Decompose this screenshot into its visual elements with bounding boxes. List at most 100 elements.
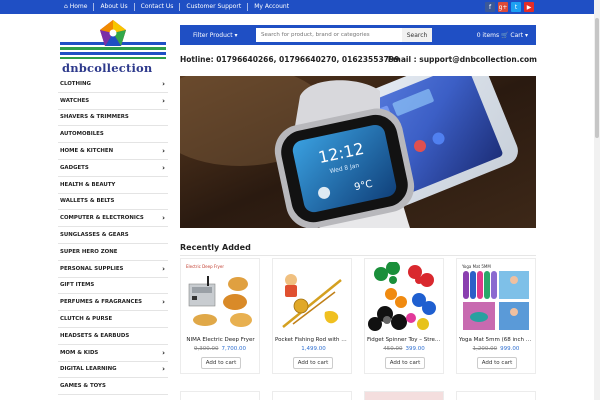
chevron-right-icon[interactable]: › [162, 147, 165, 155]
hero-banner[interactable]: 12:12 Wed 8 Jan 9°C [180, 76, 536, 228]
sidebar-category-item[interactable]: HOME & KITCHEN › [58, 143, 168, 160]
sidebar-category-item[interactable]: GADGETS › [58, 160, 168, 177]
google-plus-icon[interactable]: g+ [498, 2, 508, 12]
category-label: CLOTHING [60, 80, 91, 87]
chevron-right-icon[interactable]: › [162, 349, 165, 357]
category-label: SUPER HERO ZONE [60, 248, 118, 255]
chevron-right-icon[interactable]: › [162, 214, 165, 222]
category-label: HOME & KITCHEN [60, 148, 114, 155]
page-scrollbar[interactable] [594, 0, 600, 400]
chevron-right-icon[interactable]: › [162, 97, 165, 105]
category-label: AUTOMOBILES [60, 131, 104, 138]
sidebar-category-item[interactable]: HEADSETS & EARBUDS [58, 328, 168, 345]
search-button[interactable]: Search [402, 28, 432, 42]
category-label: DIGITAL LEARNING [60, 366, 117, 373]
yoga-mat-image-label: Yoga Mat 5MM [461, 264, 491, 269]
home-link[interactable]: ⌂ Home [58, 3, 93, 11]
email-text: Email : support@dnbcollection.com [387, 55, 537, 64]
sidebar-category-item[interactable]: WALLETS & BELTS [58, 194, 168, 211]
product-price: 450.00 399.00 [365, 346, 443, 352]
sidebar-category-item[interactable]: CLOTHING › [58, 76, 168, 93]
deep-fryer-image: Electric Deep Fryer [183, 262, 257, 332]
sidebar-category-item[interactable]: SHAVERS & TRIMMERS [58, 110, 168, 127]
home-link-label: Home [69, 3, 88, 10]
sidebar-category-item[interactable]: PERFUMES & FRAGRANCES › [58, 294, 168, 312]
chevron-right-icon[interactable]: › [162, 80, 165, 88]
category-label: HEALTH & BEAUTY [60, 181, 116, 188]
scrollbar-thumb[interactable] [595, 18, 599, 138]
chevron-right-icon[interactable]: › [162, 365, 165, 373]
cart-dropdown[interactable]: 0 items 🛒 Cart ▾ [477, 32, 536, 39]
category-label: SUNGLASSES & GEARS [60, 232, 129, 239]
sidebar-category-item[interactable]: GAMES & TOYS [58, 378, 168, 396]
sidebar-category-item[interactable]: HEALTH & BEAUTY [58, 177, 168, 194]
twitter-icon[interactable]: t [511, 2, 521, 12]
category-label: CLUTCH & PURSE [60, 316, 113, 323]
product-card-partial[interactable] [364, 391, 444, 400]
youtube-icon[interactable]: ▶ [524, 2, 534, 12]
sidebar-category-item[interactable]: WATCHES › [58, 93, 168, 110]
chevron-right-icon[interactable]: › [162, 298, 165, 306]
my-account-link[interactable]: My Account [247, 3, 295, 11]
logo-emblem-icon [60, 20, 166, 59]
product-card-partial[interactable] [180, 391, 260, 400]
sidebar-category-item[interactable]: SUNGLASSES & GEARS [58, 227, 168, 244]
sidebar-category-item[interactable]: CLUTCH & PURSE [58, 311, 168, 328]
category-label: SHAVERS & TRIMMERS [60, 114, 129, 121]
search-input[interactable] [256, 28, 402, 42]
category-label: PERFUMES & FRAGRANCES [60, 299, 143, 306]
current-price: 399.00 [405, 346, 425, 352]
category-label: WALLETS & BELTS [60, 198, 115, 205]
product-card[interactable]: Yoga Mat 5MM Yoga Mat 5mm (68 inch x 24 … [456, 258, 536, 374]
home-icon: ⌂ [64, 3, 68, 10]
product-card[interactable]: Fidget Spinner Toy – Stress Reducer 450.… [364, 258, 444, 374]
filter-product-dropdown[interactable]: Filter Product ▾ [180, 32, 256, 39]
old-price: 1,200.00 [472, 346, 498, 352]
sidebar-category-item[interactable]: GIFT ITEMS [58, 278, 168, 295]
fidget-spinner-image [367, 262, 441, 332]
logo-text: dnbcollection [62, 61, 153, 75]
contact-us-link[interactable]: Contact Us [133, 3, 180, 11]
top-navigation-bar: ⌂ Home About Us Contact Us Customer Supp… [0, 0, 600, 14]
fishing-rod-image [275, 262, 349, 332]
chevron-right-icon[interactable]: › [162, 164, 165, 172]
add-to-cart-button[interactable]: Add to cart [385, 357, 425, 369]
current-price: 999.00 [500, 346, 520, 352]
chevron-right-icon[interactable]: › [162, 265, 165, 273]
product-name[interactable]: Fidget Spinner Toy – Stress Reducer [367, 337, 442, 343]
category-label: GAMES & TOYS [60, 383, 106, 390]
add-to-cart-button[interactable]: Add to cart [477, 357, 517, 369]
current-price: 1,499.00 [301, 346, 326, 352]
add-to-cart-button[interactable]: Add to cart [201, 357, 241, 369]
facebook-icon[interactable]: f [485, 2, 495, 12]
product-name[interactable]: NIMA Electric Deep Fryer [183, 337, 258, 343]
product-card[interactable]: Electric Deep Fryer NIMA Electric Deep F… [180, 258, 260, 374]
search-bar: Filter Product ▾ Search 0 items 🛒 Cart ▾ [180, 25, 536, 45]
old-price: 450.00 [383, 346, 403, 352]
product-name[interactable]: Yoga Mat 5mm (68 inch x 24 inch) [459, 337, 534, 343]
sidebar-category-item[interactable]: DIGITAL LEARNING › [58, 362, 168, 379]
sidebar-category-item[interactable]: PERSONAL SUPPLIES › [58, 261, 168, 278]
smartwatch-banner-image: 12:12 Wed 8 Jan 9°C [180, 76, 536, 228]
add-to-cart-button[interactable]: Add to cart [293, 357, 333, 369]
sidebar-category-item[interactable]: COMPUTER & ELECTRONICS › [58, 210, 168, 228]
sidebar-category-item[interactable]: SUPER HERO ZONE [58, 244, 168, 261]
product-price: 9,300.00 7,700.00 [181, 346, 259, 352]
sidebar-category-item[interactable]: MOM & KIDS › [58, 345, 168, 362]
customer-support-link[interactable]: Customer Support [179, 3, 247, 11]
category-label: COMPUTER & ELECTRONICS [60, 215, 144, 222]
category-label: HEADSETS & EARBUDS [60, 332, 130, 339]
sidebar-category-item[interactable]: AUTOMOBILES [58, 126, 168, 144]
old-price: 9,300.00 [194, 346, 219, 352]
product-card-partial[interactable] [272, 391, 352, 400]
site-logo[interactable]: dnbcollection [58, 18, 168, 78]
product-card-partial[interactable] [456, 391, 536, 400]
section-divider [180, 255, 536, 256]
product-name[interactable]: Pocket Fishing Rod with Reel [275, 337, 350, 343]
product-price: 1,499.00 [273, 346, 351, 352]
category-label: GIFT ITEMS [60, 282, 95, 289]
top-links: ⌂ Home About Us Contact Us Customer Supp… [58, 0, 295, 14]
recently-added-heading: Recently Added [180, 243, 251, 252]
about-us-link[interactable]: About Us [93, 3, 133, 11]
product-card[interactable]: Pocket Fishing Rod with Reel 1,499.00 Ad… [272, 258, 352, 374]
